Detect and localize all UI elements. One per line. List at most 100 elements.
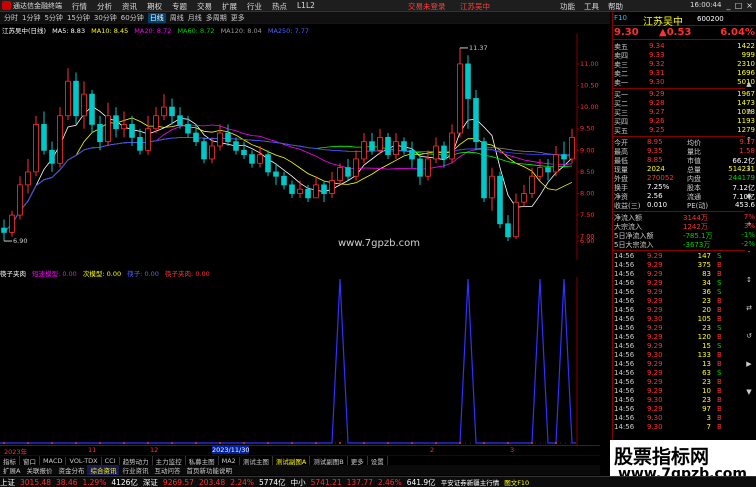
candle[interactable] bbox=[121, 111, 127, 138]
candle[interactable] bbox=[481, 137, 487, 203]
candle[interactable] bbox=[153, 107, 159, 134]
candle[interactable] bbox=[89, 89, 95, 134]
menu-item[interactable]: 行情 bbox=[72, 1, 87, 12]
menu-item[interactable]: 期权 bbox=[147, 1, 162, 12]
sh-label[interactable]: 上证 bbox=[0, 477, 15, 487]
info-tab[interactable]: 综合资讯 bbox=[87, 465, 120, 475]
menu-item[interactable]: 分析 bbox=[97, 1, 112, 12]
order-row[interactable]: 卖一 9.30 5010 bbox=[613, 78, 756, 87]
candle[interactable] bbox=[569, 128, 575, 164]
candle[interactable] bbox=[137, 128, 143, 155]
order-row[interactable]: 卖三 9.32 2310 bbox=[613, 60, 756, 69]
side-tool-icon[interactable]: ⇄ bbox=[744, 304, 754, 313]
candle[interactable] bbox=[329, 171, 335, 198]
side-tool-icon[interactable]: ↓ bbox=[744, 164, 754, 173]
side-tool-icon[interactable]: ▶ bbox=[744, 360, 754, 369]
candle[interactable] bbox=[353, 150, 359, 181]
period-tab[interactable]: 15分钟 bbox=[67, 13, 90, 23]
candle[interactable] bbox=[57, 107, 63, 168]
candle[interactable] bbox=[49, 141, 55, 172]
candle[interactable] bbox=[385, 133, 391, 159]
candle[interactable] bbox=[313, 176, 319, 199]
candle[interactable] bbox=[257, 146, 263, 168]
indicator-tab[interactable]: 测试主图 bbox=[240, 455, 273, 466]
candle[interactable] bbox=[201, 137, 207, 164]
candle[interactable] bbox=[41, 111, 47, 155]
candle[interactable] bbox=[97, 115, 103, 151]
right-menu-item[interactable]: 功能 bbox=[560, 1, 575, 12]
candle[interactable] bbox=[441, 141, 447, 168]
candle[interactable] bbox=[297, 180, 303, 198]
candle[interactable] bbox=[361, 133, 367, 164]
candle[interactable] bbox=[513, 193, 519, 239]
candle[interactable] bbox=[25, 158, 31, 194]
indicator-tab[interactable]: 趋势动力 bbox=[120, 455, 153, 466]
candle[interactable] bbox=[273, 163, 279, 185]
menu-item[interactable]: 行业 bbox=[247, 1, 262, 12]
zx-label[interactable]: 中小 bbox=[291, 477, 306, 487]
info-tab[interactable]: 关联报价 bbox=[23, 465, 55, 475]
minimize-button[interactable]: _ bbox=[724, 1, 733, 10]
period-tab[interactable]: 更多 bbox=[231, 13, 245, 23]
candle[interactable] bbox=[265, 150, 271, 177]
order-row[interactable]: 卖二 9.31 1696 bbox=[613, 69, 756, 78]
period-tab[interactable]: 日线 bbox=[147, 12, 166, 23]
candle[interactable] bbox=[433, 137, 439, 164]
candle[interactable] bbox=[1, 219, 7, 242]
candle[interactable] bbox=[345, 158, 351, 181]
candle[interactable] bbox=[409, 141, 415, 168]
info-tab[interactable]: 资金分布 bbox=[55, 465, 87, 475]
menu-item[interactable]: 资讯 bbox=[122, 1, 137, 12]
candle[interactable] bbox=[521, 184, 527, 207]
right-menu-item[interactable]: 帮助 bbox=[608, 1, 623, 12]
candle[interactable] bbox=[321, 180, 327, 203]
candle[interactable] bbox=[217, 124, 223, 151]
order-row[interactable]: 买一 9.29 1967 bbox=[613, 90, 756, 99]
menu-item[interactable]: 交易 bbox=[197, 1, 212, 12]
menu-item[interactable]: 扩展 bbox=[222, 1, 237, 12]
candle[interactable] bbox=[393, 133, 399, 159]
candle[interactable] bbox=[113, 107, 119, 138]
indicator-tab[interactable]: MA2 bbox=[219, 456, 240, 465]
side-tool-icon[interactable]: ↕ bbox=[744, 276, 754, 285]
f10-link[interactable]: 图文F10 bbox=[504, 477, 529, 487]
candle[interactable] bbox=[65, 68, 71, 121]
candle[interactable] bbox=[73, 72, 79, 125]
indicator-tab[interactable]: 设置 bbox=[368, 455, 388, 466]
info-tab[interactable]: 行业资讯 bbox=[119, 465, 151, 475]
candle[interactable] bbox=[33, 115, 39, 177]
candle[interactable] bbox=[225, 124, 231, 146]
candle[interactable] bbox=[473, 89, 479, 151]
candle[interactable] bbox=[161, 94, 167, 121]
indicator-chart[interactable] bbox=[0, 277, 600, 445]
candle[interactable] bbox=[105, 102, 111, 146]
candle[interactable] bbox=[545, 158, 551, 181]
side-tool-icon[interactable]: ↺ bbox=[744, 332, 754, 341]
side-tool-icon[interactable]: - bbox=[744, 248, 754, 257]
period-tab[interactable]: 分时 bbox=[4, 13, 18, 23]
indicator-tab[interactable]: 窗口 bbox=[20, 455, 40, 466]
info-tab[interactable]: 互动问答 bbox=[151, 465, 183, 475]
candle[interactable] bbox=[81, 81, 87, 129]
trade-login-alert[interactable]: 交易未登录 bbox=[408, 1, 446, 12]
period-tab[interactable]: 30分钟 bbox=[94, 13, 117, 23]
candle[interactable] bbox=[489, 167, 495, 211]
period-tab[interactable]: 5分钟 bbox=[44, 13, 62, 23]
indicator-tab[interactable]: 指标 bbox=[0, 455, 20, 466]
indicator-tab[interactable]: 测试副图A bbox=[273, 455, 311, 466]
candle[interactable] bbox=[497, 171, 503, 229]
indicator-tab[interactable]: CCI bbox=[102, 456, 120, 465]
candle[interactable] bbox=[145, 115, 151, 155]
period-tab[interactable]: 1分钟 bbox=[22, 13, 40, 23]
period-tab[interactable]: 60分钟 bbox=[121, 13, 144, 23]
candle[interactable] bbox=[449, 124, 455, 164]
order-row[interactable]: 买五 9.25 1279 bbox=[613, 126, 756, 135]
candle[interactable] bbox=[281, 171, 287, 190]
maximize-button[interactable]: □ bbox=[734, 1, 743, 10]
side-tool-icon[interactable]: ◆ bbox=[744, 192, 754, 201]
candle[interactable] bbox=[457, 47, 463, 138]
side-tool-icon[interactable]: ▲ bbox=[744, 80, 754, 89]
candle[interactable] bbox=[417, 154, 423, 185]
side-tool-icon[interactable]: ↑ bbox=[744, 136, 754, 145]
indicator-tab[interactable]: 测试副图B bbox=[310, 455, 348, 466]
